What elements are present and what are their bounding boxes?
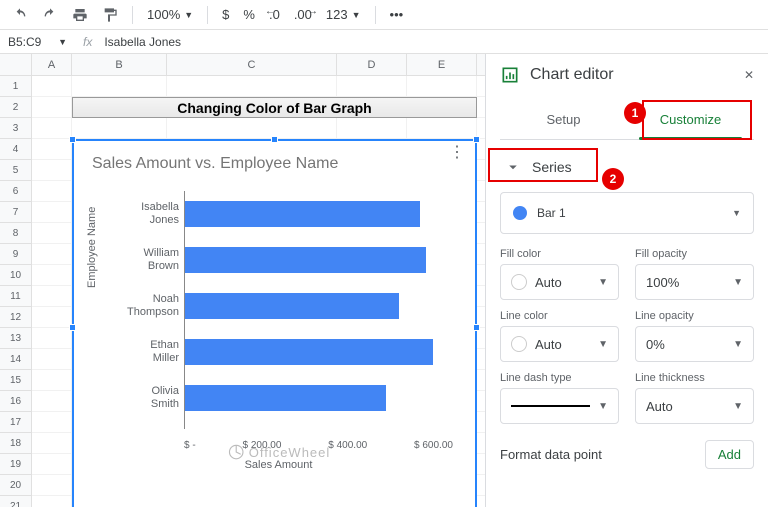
line-opacity-select[interactable]: 0%▼ [635, 326, 754, 362]
row-header[interactable]: 20 [0, 475, 32, 496]
row-header[interactable]: 1 [0, 76, 32, 97]
row-header[interactable]: 12 [0, 307, 32, 328]
row-header[interactable]: 4 [0, 139, 32, 160]
chart-y-axis-label: Employee Name [86, 207, 98, 288]
add-button[interactable]: Add [705, 440, 754, 469]
col-header[interactable]: A [32, 54, 72, 75]
fx-icon: fx [75, 35, 100, 49]
line-thickness-select[interactable]: Auto▼ [635, 388, 754, 424]
fill-opacity-label: Fill opacity [635, 248, 754, 260]
bar-label: IsabellaJones [99, 201, 179, 226]
select-all-corner[interactable] [0, 54, 32, 75]
chart-menu-icon[interactable]: ⋮ [449, 151, 465, 155]
tab-setup[interactable]: Setup [500, 100, 627, 139]
embedded-chart[interactable]: ⋮ Sales Amount vs. Employee Name Employe… [72, 139, 477, 507]
col-header[interactable]: B [72, 54, 167, 75]
row-header[interactable]: 7 [0, 202, 32, 223]
row-header[interactable]: 6 [0, 181, 32, 202]
chart-title: Sales Amount vs. Employee Name [74, 141, 475, 183]
col-header[interactable]: D [337, 54, 407, 75]
row-header[interactable]: 21 [0, 496, 32, 507]
series-color-dot [513, 206, 527, 220]
chart-editor-sidebar: Chart editor ✕ Setup Customize Series Ba… [485, 54, 768, 507]
row-header[interactable]: 17 [0, 412, 32, 433]
row-header[interactable]: 15 [0, 370, 32, 391]
bar-label: NoahThompson [99, 293, 179, 318]
bar-label: OliviaSmith [99, 385, 179, 410]
x-tick: $ 600.00 [414, 440, 453, 451]
col-header[interactable]: C [167, 54, 337, 75]
currency-button[interactable]: $ [218, 7, 233, 22]
sheet-title-cell: Changing Color of Bar Graph [72, 97, 477, 118]
formula-input[interactable]: Isabella Jones [100, 35, 185, 49]
bar-label: EthanMiller [99, 339, 179, 364]
toolbar: 100%▼ $ % .0← .00→ 123▼ ••• [0, 0, 768, 30]
increase-decimal-button[interactable]: .00→ [290, 7, 316, 22]
formula-bar: B5:C9▼ fx Isabella Jones [0, 30, 768, 54]
row-header[interactable]: 18 [0, 433, 32, 454]
chart-bar[interactable] [185, 247, 426, 273]
chart-bar[interactable] [185, 339, 433, 365]
row-header[interactable]: 9 [0, 244, 32, 265]
line-opacity-label: Line opacity [635, 310, 754, 322]
line-thickness-label: Line thickness [635, 372, 754, 384]
series-select[interactable]: Bar 1 ▼ [500, 192, 754, 234]
close-icon[interactable]: ✕ [744, 68, 754, 82]
decrease-decimal-button[interactable]: .0← [265, 7, 284, 22]
row-header[interactable]: 19 [0, 454, 32, 475]
annotation-badge: 1 [624, 102, 646, 124]
row-header[interactable]: 3 [0, 118, 32, 139]
sidebar-title: Chart editor [530, 66, 614, 84]
line-dash-select[interactable]: ▼ [500, 388, 619, 424]
format-data-point-label: Format data point [500, 447, 602, 462]
number-format-button[interactable]: 123▼ [322, 7, 365, 22]
fill-color-label: Fill color [500, 248, 619, 260]
chart-bar[interactable] [185, 293, 399, 319]
fill-opacity-select[interactable]: 100%▼ [635, 264, 754, 300]
tab-customize[interactable]: Customize [627, 100, 754, 139]
chevron-down-icon [504, 158, 522, 176]
print-button[interactable] [68, 3, 92, 27]
row-header[interactable]: 2 [0, 97, 32, 118]
chart-bar[interactable] [185, 201, 420, 227]
line-color-label: Line color [500, 310, 619, 322]
name-box[interactable]: B5:C9▼ [0, 35, 75, 49]
row-header[interactable]: 11 [0, 286, 32, 307]
col-header[interactable]: E [407, 54, 477, 75]
row-header[interactable]: 5 [0, 160, 32, 181]
x-tick: $ 400.00 [328, 440, 367, 451]
percent-button[interactable]: % [239, 7, 259, 22]
more-toolbar-button[interactable]: ••• [386, 7, 408, 22]
fill-color-select[interactable]: Auto▼ [500, 264, 619, 300]
zoom-select[interactable]: 100%▼ [143, 7, 197, 22]
row-header[interactable]: 13 [0, 328, 32, 349]
line-color-select[interactable]: Auto▼ [500, 326, 619, 362]
row-header[interactable]: 8 [0, 223, 32, 244]
series-section-toggle[interactable]: Series [500, 148, 754, 186]
bar-label: WilliamBrown [99, 247, 179, 272]
line-dash-label: Line dash type [500, 372, 619, 384]
watermark: OfficeWheel [227, 443, 331, 461]
redo-button[interactable] [38, 3, 62, 27]
row-header[interactable]: 16 [0, 391, 32, 412]
chart-bar[interactable] [185, 385, 386, 411]
row-header[interactable]: 14 [0, 349, 32, 370]
undo-button[interactable] [8, 3, 32, 27]
x-tick: $ - [184, 440, 196, 451]
annotation-badge: 2 [602, 168, 624, 190]
chart-icon [500, 65, 520, 85]
paint-format-button[interactable] [98, 3, 122, 27]
spreadsheet-area[interactable]: A B C D E 123456789101112131415161718192… [0, 54, 485, 507]
row-header[interactable]: 10 [0, 265, 32, 286]
